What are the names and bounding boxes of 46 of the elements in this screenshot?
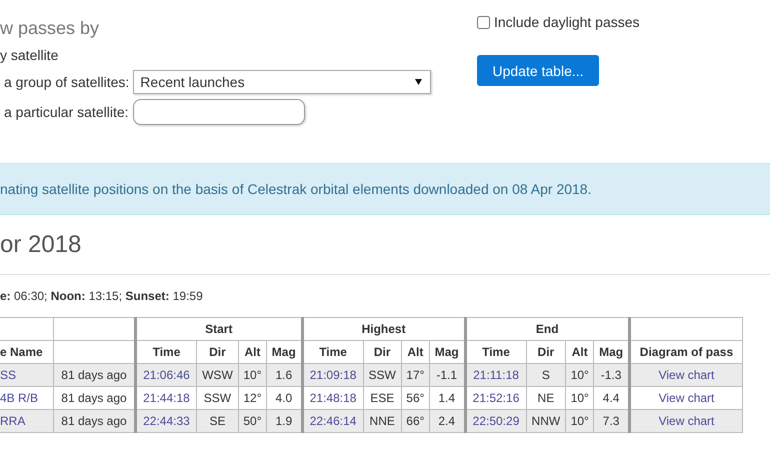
time-link[interactable]: 21:11:18 (465, 364, 526, 386)
table-cell: -1.1 (429, 364, 466, 386)
option-label: y satellite (0, 47, 60, 65)
table-cell: 81 days ago (54, 410, 136, 432)
caret-icon (415, 79, 422, 85)
table-cell: 10° (566, 364, 594, 386)
group-select[interactable]: Recent launches (133, 70, 432, 94)
table-cell: 1.6 (266, 364, 302, 386)
table-cell: 81 days ago (54, 364, 136, 386)
table-cell: 50° (238, 410, 266, 432)
date-heading: or 2018 (0, 215, 770, 275)
time-link[interactable]: 22:50:29 (465, 410, 526, 432)
table-cell: 66° (401, 410, 430, 432)
time-link[interactable]: 21:06:46 (136, 364, 196, 386)
time-link[interactable]: 21:09:18 (302, 364, 364, 386)
view-chart-link[interactable]: View chart (629, 364, 742, 386)
time-link[interactable]: 22:46:14 (302, 410, 364, 432)
table-cell: SE (196, 410, 238, 432)
table-cell: 7.3 (594, 410, 630, 432)
table-cell: -1.3 (594, 364, 630, 386)
table-cell: 2.4 (429, 410, 466, 432)
sun-times: e: 06:30; Noon: 13:15; Sunset: 19:59 (0, 289, 204, 305)
table-cell: 1.9 (266, 410, 302, 432)
table-cell: WSW (196, 364, 238, 386)
field-label: a group of satellites: (4, 74, 130, 90)
info-banner: nating satellite positions on the basis of Celestrak orbital elements downloaded on 08 Apr 2018. (0, 163, 770, 215)
table-cell: S (526, 364, 566, 386)
column-group-header: End (465, 318, 630, 340)
column-group-header: Start (136, 318, 302, 340)
section-heading: w passes by (0, 18, 100, 40)
time-link[interactable]: 22:44:33 (136, 410, 196, 432)
column-group-header: Highest (302, 318, 466, 340)
view-chart-link[interactable]: View chart (629, 410, 742, 432)
table-cell: SSW (363, 364, 402, 386)
table-cell: 17° (401, 364, 430, 386)
field-label: a particular satellite: (4, 104, 129, 120)
checkbox-label: Include daylight passes (494, 14, 640, 30)
table-cell: 10° (566, 410, 594, 432)
table-cell: 10° (238, 364, 266, 386)
table-cell: NNW (526, 410, 566, 432)
satellite-link[interactable]: RRA (0, 410, 54, 432)
satellite-input[interactable] (132, 99, 305, 125)
satellite-link[interactable]: SS (0, 364, 54, 386)
table-cell: NNE (363, 410, 402, 432)
daylight-checkbox[interactable] (477, 16, 490, 28)
update-button[interactable]: Update table... (477, 55, 599, 86)
